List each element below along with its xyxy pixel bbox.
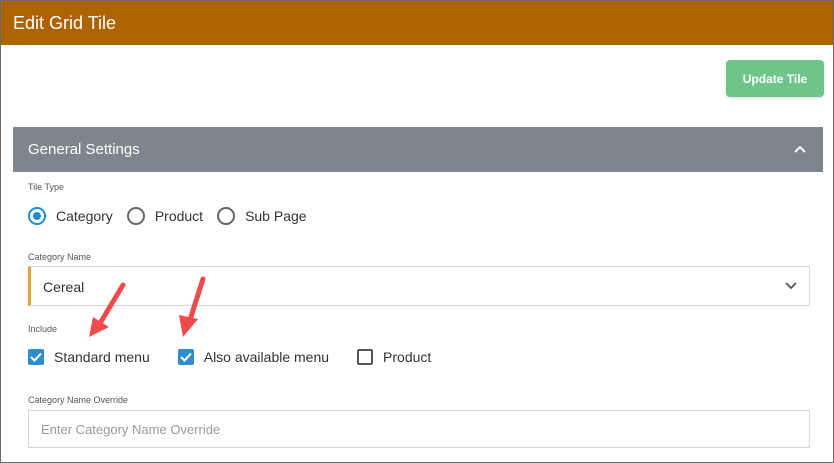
checkbox-option-also-available-menu[interactable]: Also available menu [177, 349, 330, 365]
red-arrow-icon [179, 276, 206, 337]
chevron-down-icon [785, 282, 797, 290]
category-name-value: Cereal [43, 279, 85, 295]
radio-label-product: Product [154, 208, 204, 224]
section-title: General Settings [28, 141, 140, 158]
dialog-title: Edit Grid Tile [1, 1, 833, 45]
radio-label-sub-page: Sub Page [245, 208, 307, 224]
category-name-override-input[interactable] [28, 410, 810, 448]
radio-option-category[interactable]: Category [28, 207, 113, 225]
checkmark-icon [180, 352, 192, 362]
radio-option-product[interactable]: Product [126, 207, 204, 225]
tile-type-label: Tile Type [28, 182, 65, 192]
update-tile-button[interactable]: Update Tile [726, 60, 824, 97]
radio-label-category: Category [56, 208, 113, 224]
category-name-override-label: Category Name Override [28, 395, 129, 405]
radio-sub-page[interactable] [217, 207, 236, 225]
checkbox-product[interactable] [357, 349, 374, 365]
checkbox-option-product[interactable]: Product [357, 349, 431, 365]
include-checkbox-group: Standard menu Also available menu Produc… [28, 347, 459, 367]
radio-category[interactable] [28, 207, 46, 225]
checkbox-also-available-menu[interactable] [177, 349, 194, 365]
radio-product[interactable] [126, 207, 145, 225]
red-arrow-icon [89, 282, 126, 337]
chevron-up-icon[interactable] [794, 144, 806, 154]
checkbox-standard-menu[interactable] [28, 349, 44, 365]
edit-grid-tile-dialog: Edit Grid Tile Update Tile General Setti… [0, 0, 834, 463]
radio-option-sub-page[interactable]: Sub Page [217, 207, 307, 225]
include-label: Include [28, 324, 58, 334]
checkbox-option-standard-menu[interactable]: Standard menu [28, 349, 150, 365]
checkbox-label-product: Product [383, 349, 432, 365]
checkbox-label-also-available-menu: Also available menu [203, 349, 330, 365]
tile-type-radio-group: Category Product Sub Page [28, 206, 321, 226]
category-name-label: Category Name [28, 252, 92, 262]
checkbox-label-standard-menu: Standard menu [54, 349, 150, 365]
checkmark-icon [30, 352, 42, 362]
category-name-select[interactable]: Cereal [28, 266, 810, 306]
general-settings-header[interactable]: General Settings [13, 127, 823, 172]
